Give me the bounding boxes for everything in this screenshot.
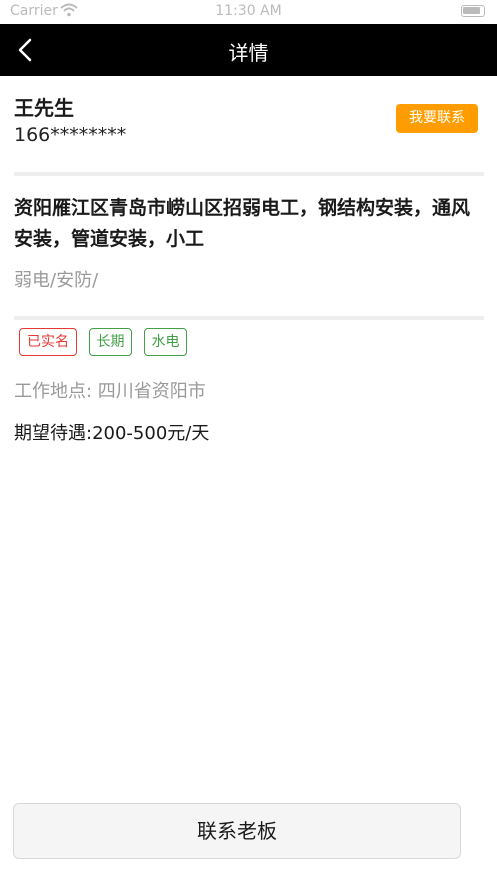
tag-verified: 已实名 xyxy=(19,328,77,356)
contact-me-button[interactable]: 我要联系 xyxy=(396,104,478,133)
tag-plumbing-electrical: 水电 xyxy=(144,328,187,356)
section-divider xyxy=(14,316,484,320)
battery-icon xyxy=(461,5,485,17)
section-divider xyxy=(14,172,484,176)
job-title: 资阳雁江区青岛市崂山区招弱电工，钢结构安装，通风安装，管道安装，小工 xyxy=(14,197,471,250)
work-location: 工作地点: 四川省资阳市 xyxy=(14,381,206,402)
contact-boss-button[interactable]: 联系老板 xyxy=(13,803,461,859)
navigation-bar: 详情 xyxy=(0,24,497,76)
tag-long-term: 长期 xyxy=(89,328,132,356)
chevron-left-icon xyxy=(18,38,32,62)
job-category: 弱电/安防/ xyxy=(14,270,99,291)
status-bar: Carrier 11:30 AM xyxy=(0,0,497,24)
page-title: 详情 xyxy=(228,41,269,65)
back-button[interactable] xyxy=(10,34,42,66)
status-time: 11:30 AM xyxy=(215,3,282,19)
expected-salary: 期望待遇:200-500元/天 xyxy=(14,423,210,444)
